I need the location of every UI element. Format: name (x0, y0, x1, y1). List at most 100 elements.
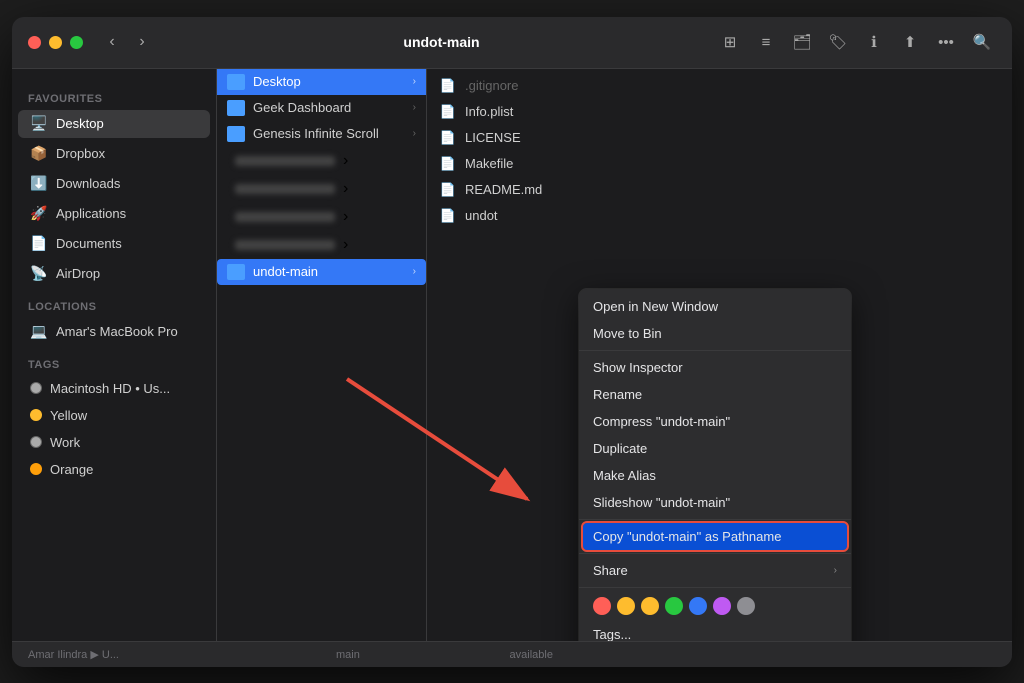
window-title: undot-main (167, 34, 716, 50)
file-makefile[interactable]: 📄 Makefile (427, 151, 1012, 177)
sidebar-item-yellow-tag[interactable]: Yellow (18, 403, 210, 428)
ctx-open-new-window[interactable]: Open in New Window (579, 293, 851, 320)
blurred4-chevron-icon: › (343, 236, 348, 254)
sidebar-item-downloads[interactable]: ⬇️ Downloads (18, 170, 210, 198)
geek-folder-icon (227, 100, 245, 116)
sidebar-item-applications-label: Applications (56, 206, 126, 221)
ctx-copy-pathname[interactable]: Copy "undot-main" as Pathname (583, 523, 847, 550)
sidebar-item-applications[interactable]: 🚀 Applications (18, 200, 210, 228)
forward-button[interactable]: › (129, 29, 155, 55)
ctx-tag-yellow[interactable] (641, 597, 659, 615)
sort-button[interactable]: ≡ (752, 28, 780, 56)
context-menu: Open in New Window Move to Bin Show Insp… (579, 289, 851, 641)
sidebar-item-macbook-label: Amar's MacBook Pro (56, 324, 178, 339)
ctx-tag-purple[interactable] (713, 597, 731, 615)
downloads-icon: ⬇️ (30, 175, 48, 193)
toolbar-right: ⊞ ≡ 🗂 🏷 ℹ ⬆ ••• 🔍 (716, 28, 996, 56)
ctx-tag-blue[interactable] (689, 597, 707, 615)
ctx-share[interactable]: Share › (579, 557, 851, 584)
ctx-show-inspector-label: Show Inspector (593, 360, 683, 375)
undot-folder-icon (227, 264, 245, 280)
makefile-icon: 📄 (439, 155, 457, 173)
col1-blurred4[interactable]: › (217, 231, 426, 259)
infoplist-icon: 📄 (439, 103, 457, 121)
maximize-button[interactable] (70, 36, 83, 49)
col1-genesis[interactable]: Genesis Infinite Scroll › (217, 121, 426, 147)
sidebar-item-desktop[interactable]: 🖥️ Desktop (18, 110, 210, 138)
ctx-compress[interactable]: Compress "undot-main" (579, 408, 851, 435)
ctx-rename[interactable]: Rename (579, 381, 851, 408)
back-button[interactable]: ‹ (99, 29, 125, 55)
share-button[interactable]: ⬆ (896, 28, 924, 56)
ctx-slideshow[interactable]: Slideshow "undot-main" (579, 489, 851, 516)
ctx-move-to-bin[interactable]: Move to Bin (579, 320, 851, 347)
statusbar-text: Amar Ilindra ▶ U... main available (28, 648, 553, 661)
airdrop-icon: 📡 (30, 265, 48, 283)
more-button[interactable]: ••• (932, 28, 960, 56)
ctx-divider-1 (579, 350, 851, 351)
close-button[interactable] (28, 36, 41, 49)
col1-blurred2[interactable]: › (217, 175, 426, 203)
license-icon: 📄 (439, 129, 457, 147)
col1-blurred1[interactable]: › (217, 147, 426, 175)
col1-geek[interactable]: Geek Dashboard › (217, 95, 426, 121)
locations-label: Locations (12, 297, 216, 317)
ctx-tag-green[interactable] (665, 597, 683, 615)
col1-desktop[interactable]: Desktop › (217, 69, 426, 95)
folder-button[interactable]: 🗂 (788, 28, 816, 56)
ctx-tag-gray[interactable] (737, 597, 755, 615)
blurred2-chevron-icon: › (343, 180, 348, 198)
desktop-icon: 🖥️ (30, 115, 48, 133)
favourites-label: Favourites (12, 89, 216, 109)
sidebar-item-work-tag[interactable]: Work (18, 430, 210, 455)
file-infoplist[interactable]: 📄 Info.plist (427, 99, 1012, 125)
col1-undot-main[interactable]: undot-main › (217, 259, 426, 285)
file-license[interactable]: 📄 LICENSE (427, 125, 1012, 151)
ctx-tag-orange[interactable] (617, 597, 635, 615)
content-area: Desktop › Geek Dashboard › Genesis Infin… (217, 69, 1012, 641)
macintosh-tag-dot (30, 382, 42, 394)
col1-undot-label: undot-main (253, 264, 318, 279)
makefile-label: Makefile (465, 156, 513, 171)
blurred3-chevron-icon: › (343, 208, 348, 226)
orange-tag-dot (30, 463, 42, 475)
blurred1-chevron-icon: › (343, 152, 348, 170)
sidebar-item-orange-label: Orange (50, 462, 93, 477)
tags-label: Tags (12, 355, 216, 375)
ctx-show-inspector[interactable]: Show Inspector (579, 354, 851, 381)
file-undot[interactable]: 📄 undot (427, 203, 1012, 229)
sidebar-item-macintosh-tag[interactable]: Macintosh HD • Us... (18, 376, 210, 401)
license-label: LICENSE (465, 130, 521, 145)
infoplist-label: Info.plist (465, 104, 513, 119)
ctx-duplicate[interactable]: Duplicate (579, 435, 851, 462)
sidebar-item-macintosh-label: Macintosh HD • Us... (50, 381, 170, 396)
documents-icon: 📄 (30, 235, 48, 253)
view-toggle-button[interactable]: ⊞ (716, 28, 744, 56)
titlebar: ‹ › undot-main ⊞ ≡ 🗂 🏷 ℹ ⬆ ••• 🔍 (12, 17, 1012, 69)
sidebar-item-airdrop-label: AirDrop (56, 266, 100, 281)
info-button[interactable]: ℹ (860, 28, 888, 56)
ctx-tags-label: Tags... (593, 627, 631, 641)
col1-genesis-label: Genesis Infinite Scroll (253, 126, 379, 141)
file-readme[interactable]: 📄 README.md (427, 177, 1012, 203)
sidebar-item-airdrop[interactable]: 📡 AirDrop (18, 260, 210, 288)
macbook-icon: 💻 (30, 323, 48, 341)
ctx-copy-pathname-label: Copy "undot-main" as Pathname (593, 529, 781, 544)
ctx-compress-label: Compress "undot-main" (593, 414, 730, 429)
sidebar-item-documents[interactable]: 📄 Documents (18, 230, 210, 258)
ctx-tag-red[interactable] (593, 597, 611, 615)
ctx-move-to-bin-label: Move to Bin (593, 326, 662, 341)
sidebar: Favourites 🖥️ Desktop 📦 Dropbox ⬇️ Downl… (12, 69, 217, 641)
sidebar-item-dropbox[interactable]: 📦 Dropbox (18, 140, 210, 168)
ctx-tags-item[interactable]: Tags... (579, 621, 851, 641)
sidebar-item-orange-tag[interactable]: Orange (18, 457, 210, 482)
file-gitignore[interactable]: 📄 .gitignore (427, 73, 1012, 99)
undot-file-icon: 📄 (439, 207, 457, 225)
sidebar-item-macbook[interactable]: 💻 Amar's MacBook Pro (18, 318, 210, 346)
search-button[interactable]: 🔍 (968, 28, 996, 56)
ctx-make-alias[interactable]: Make Alias (579, 462, 851, 489)
tag-button[interactable]: 🏷 (824, 28, 852, 56)
minimize-button[interactable] (49, 36, 62, 49)
col1-blurred3[interactable]: › (217, 203, 426, 231)
column-pane-1: Desktop › Geek Dashboard › Genesis Infin… (217, 69, 427, 641)
